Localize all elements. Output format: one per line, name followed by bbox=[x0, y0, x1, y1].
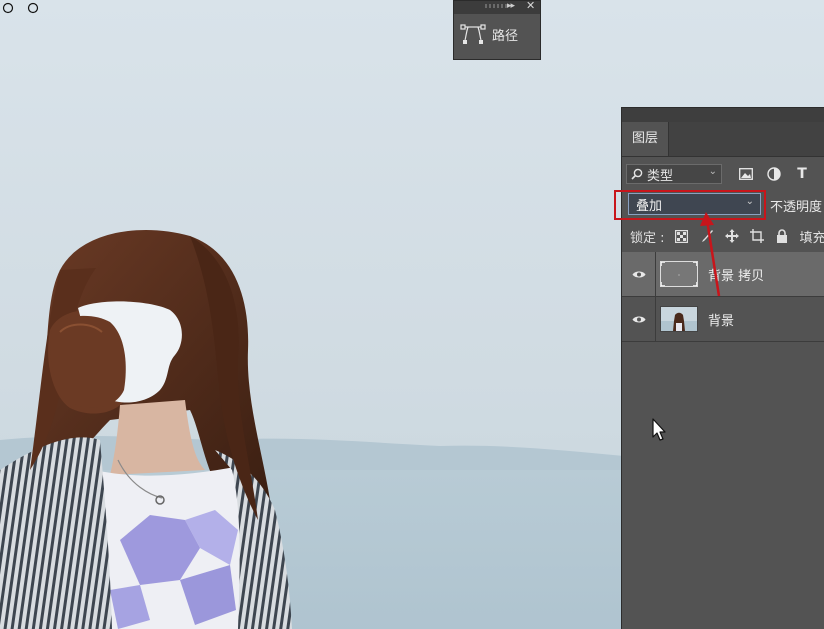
lock-transparent-pixels-icon[interactable] bbox=[674, 228, 690, 244]
layers-panel: 图层 类型 ⌄ T 叠加 ⌄ 不透明度 锁定 : 填充 背景 拷贝 背景 bbox=[621, 107, 824, 629]
layer-row-background-copy[interactable]: 背景 拷贝 bbox=[622, 251, 824, 297]
lock-position-icon[interactable] bbox=[724, 228, 740, 244]
lock-all-icon[interactable] bbox=[774, 228, 790, 244]
image-filter-icon[interactable] bbox=[736, 165, 756, 183]
layer-name: 背景 bbox=[708, 313, 735, 329]
layer-name: 背景 拷贝 bbox=[708, 268, 765, 284]
drag-grip-icon[interactable] bbox=[485, 4, 507, 8]
fill-label: 填充 bbox=[799, 230, 824, 246]
paths-floating-panel: ▸▸ ✕ 路径 bbox=[453, 0, 541, 60]
search-icon bbox=[631, 168, 643, 180]
type-filter-icon[interactable]: T bbox=[792, 165, 812, 183]
layer-kind-filter-select[interactable]: 类型 ⌄ bbox=[626, 164, 722, 184]
opacity-label: 不透明度 bbox=[770, 200, 823, 215]
lock-image-pixels-icon[interactable] bbox=[699, 228, 715, 244]
adjustment-filter-icon[interactable] bbox=[764, 165, 784, 183]
paths-panel-titlebar[interactable]: ▸▸ ✕ bbox=[454, 0, 540, 14]
layer-thumbnail bbox=[660, 306, 698, 332]
paths-button[interactable]: 路径 bbox=[460, 19, 518, 49]
path-icon bbox=[460, 24, 486, 44]
path-anchor-cursor-icon bbox=[2, 2, 39, 14]
mouse-cursor-icon bbox=[652, 418, 666, 441]
collapse-panel-icon[interactable]: ▸▸ bbox=[507, 1, 515, 12]
layers-tabbar: 图层 bbox=[622, 122, 824, 157]
layer-filter-row: 类型 ⌄ T bbox=[626, 163, 820, 185]
annotation-highlight-box bbox=[614, 190, 766, 220]
lock-label: 锁定 : bbox=[630, 230, 665, 246]
kind-filter-label: 类型 bbox=[647, 168, 674, 184]
tab-layers[interactable]: 图层 bbox=[622, 122, 669, 156]
lock-artboard-icon[interactable] bbox=[749, 228, 765, 244]
chevron-down-icon: ⌄ bbox=[708, 166, 717, 177]
visibility-eye-icon[interactable] bbox=[622, 296, 656, 342]
panel-dock-strip[interactable] bbox=[622, 108, 824, 122]
lock-row: 锁定 : 填充 bbox=[630, 226, 824, 246]
filter-icon-group: T bbox=[736, 165, 820, 183]
close-icon[interactable]: ✕ bbox=[526, 0, 535, 12]
layer-thumbnail bbox=[660, 261, 698, 287]
paths-button-label: 路径 bbox=[492, 28, 519, 44]
layer-row-background[interactable]: 背景 bbox=[622, 296, 824, 342]
visibility-eye-icon[interactable] bbox=[622, 251, 656, 297]
